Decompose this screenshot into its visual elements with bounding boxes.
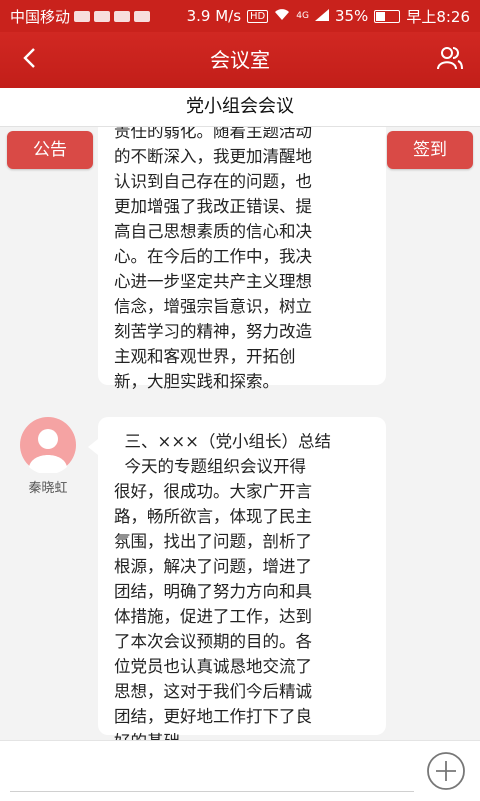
message-line: 高自己思想素质的信心和决: [114, 222, 312, 241]
app-bar: 会议室: [0, 32, 480, 88]
message-line: 的不断深入，我更加清醒地: [114, 147, 312, 166]
message-line: 了本次会议预期的目的。各: [114, 632, 312, 651]
message-line: 团结，更好地工作打下了良: [114, 707, 312, 726]
page-title: 会议室: [210, 48, 270, 72]
message-input[interactable]: [10, 751, 414, 792]
message-line: 刻苦学习的精神，努力改造: [114, 322, 312, 341]
signal-type: 4G: [296, 11, 309, 21]
signal-icon: [314, 7, 329, 25]
meeting-subject: 党小组会会议: [0, 88, 480, 127]
plus-circle-icon: [426, 752, 466, 795]
notification-icon: [74, 10, 91, 22]
message-line: 思想，这对于我们今后精诚: [114, 682, 312, 701]
message-line: 更加增强了我改正错误、提: [114, 197, 312, 216]
message-line: 三、×××（党小组长）总结: [114, 432, 331, 451]
carrier-label: 中国移动: [10, 7, 71, 26]
message-line: 主观和客观世界，开拓创: [114, 347, 296, 366]
message-line: 今天的专题组织会议开得: [114, 457, 306, 476]
notice-button[interactable]: 公告: [7, 131, 93, 169]
message-line: 好的基础。: [114, 729, 370, 740]
people-icon: [436, 45, 464, 75]
battery-percent: 35%: [334, 7, 369, 25]
notification-icon: [134, 10, 151, 22]
message-bubble: 三、×××（党小组长）总结 今天的专题组织会议开得 很好，很成功。大家广开言 路…: [88, 417, 386, 740]
message-line: 团结，明确了努力方向和具: [114, 582, 312, 601]
message-line: 氛围，找出了问题，剖析了: [114, 532, 312, 551]
avatar[interactable]: [20, 417, 76, 475]
message-line: 新，大胆实践和探索。: [114, 372, 279, 391]
message-bubble: 责任的弱化。随着主题活动 的不断深入，我更加清醒地 认识到自己存在的问题，也 更…: [98, 127, 386, 391]
notification-icon: [94, 10, 111, 22]
add-button[interactable]: [426, 751, 466, 791]
wifi-icon: [274, 7, 290, 25]
input-bar: [0, 740, 480, 801]
message-line: 心进一步坚定共产主义理想: [114, 272, 312, 291]
message-line: 信念，增强宗旨意识，树立: [114, 297, 312, 316]
message-line: 路，畅所欲言，体现了民主: [114, 507, 312, 526]
chat-list[interactable]: 责任的弱化。随着主题活动 的不断深入，我更加清醒地 认识到自己存在的问题，也 更…: [0, 127, 480, 740]
network-speed: 3.9 M/s: [186, 7, 242, 25]
message-line: 心。在今后的工作中，我决: [114, 247, 312, 266]
hd-icon: HD: [247, 9, 269, 23]
message-line: 位党员也认真诚恳地交流了: [114, 657, 312, 676]
user-avatar-icon: [20, 417, 76, 477]
status-bar: 中国移动 3.9 M/s HD 4G 35% 早上8:26: [0, 0, 480, 32]
message-line: 体措施，促进了工作，达到: [114, 607, 312, 626]
message-line: 认识到自己存在的问题，也: [114, 172, 312, 191]
message-line: 责任的弱化。随着主题活动: [114, 127, 312, 141]
sender-name: 秦晓虹: [28, 481, 68, 496]
notification-icon: [114, 10, 131, 22]
sign-in-button[interactable]: 签到: [387, 131, 473, 169]
battery-icon: [374, 9, 401, 23]
message-line: 根源，解决了问题，增进了: [114, 557, 312, 576]
message-line: 很好，很成功。大家广开言: [114, 482, 312, 501]
members-button[interactable]: [430, 40, 470, 80]
clock: 早上8:26: [406, 7, 470, 26]
